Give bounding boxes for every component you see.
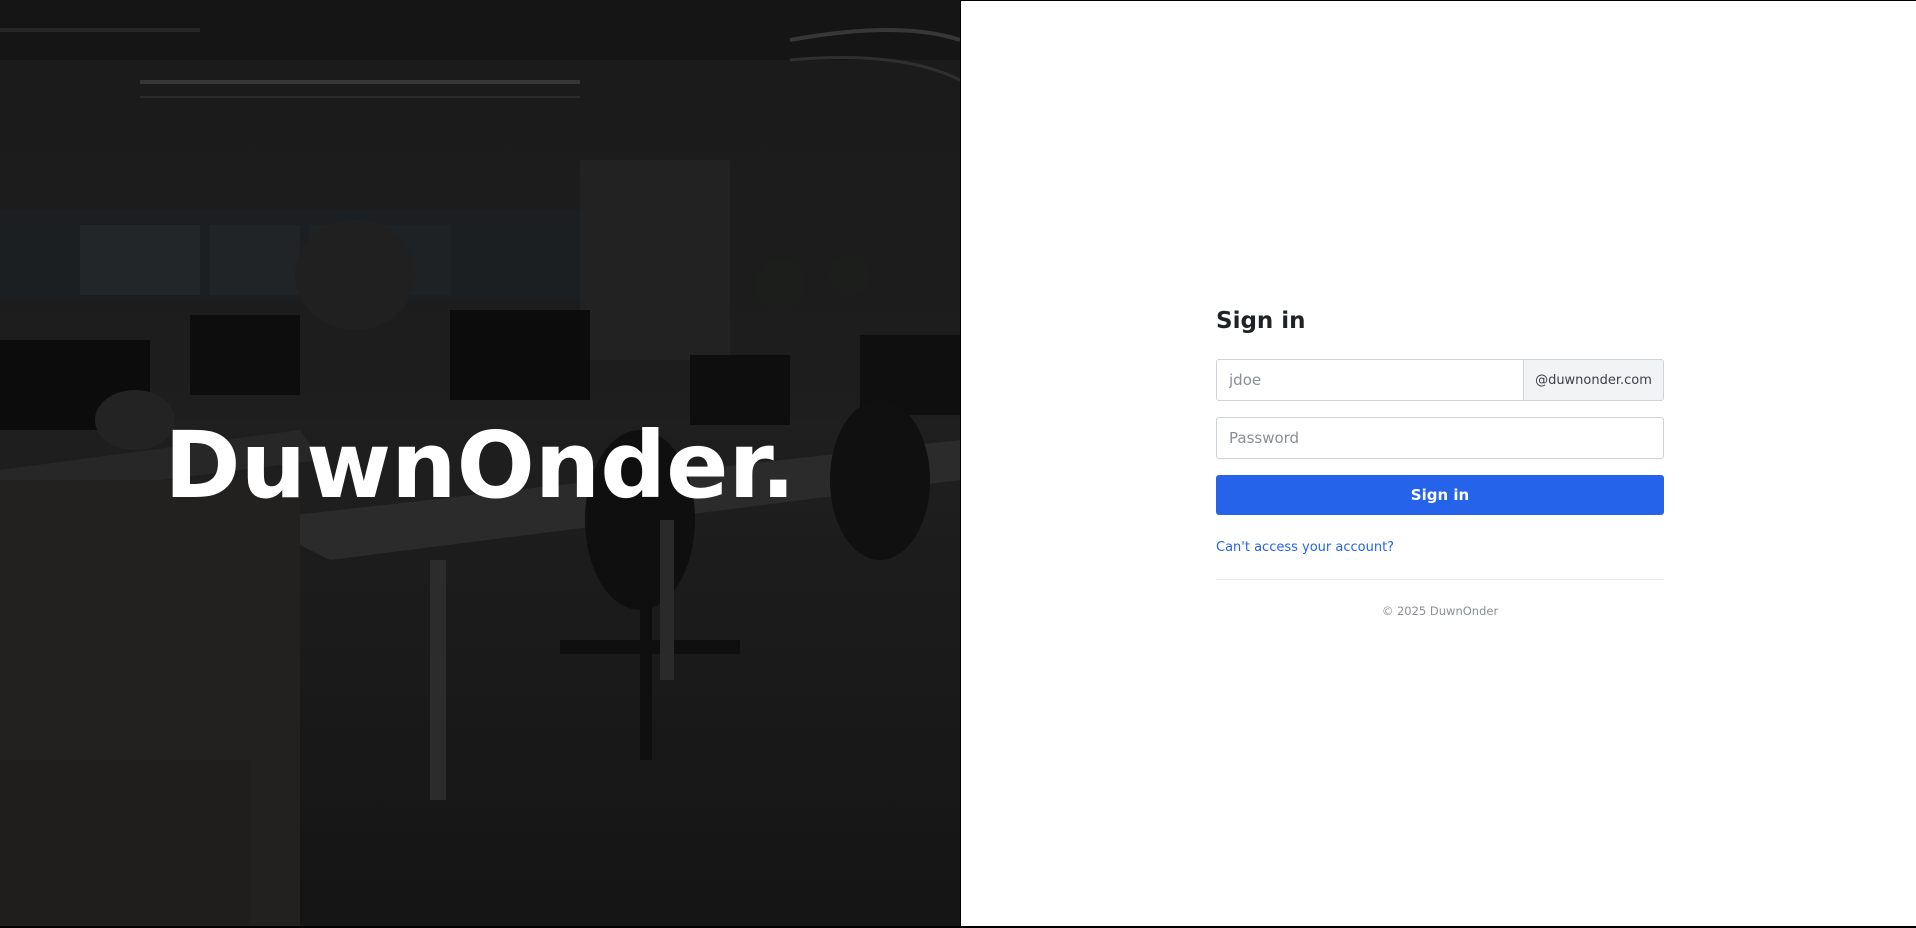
login-page: DuwnOnder. Sign in @duwnonder.com Sign i… [0,0,1916,928]
sign-in-form: Sign in @duwnonder.com Sign in Can't acc… [1216,303,1664,618]
password-input[interactable] [1216,417,1664,459]
sign-in-button[interactable]: Sign in [1216,475,1664,515]
cant-access-account-link[interactable]: Can't access your account? [1216,540,1394,555]
brand-logo-text: DuwnOnder. [164,412,796,519]
divider [1216,579,1664,580]
domain-suffix-addon: @duwnonder.com [1523,360,1663,400]
copyright-footer: © 2025 DuwnOnder [1381,604,1499,618]
username-input-group: @duwnonder.com [1216,359,1664,401]
login-panel: Sign in @duwnonder.com Sign in Can't acc… [961,1,1916,926]
username-input[interactable] [1217,360,1523,400]
hero-panel: DuwnOnder. [0,0,960,926]
page-title: Sign in [1216,308,1306,334]
